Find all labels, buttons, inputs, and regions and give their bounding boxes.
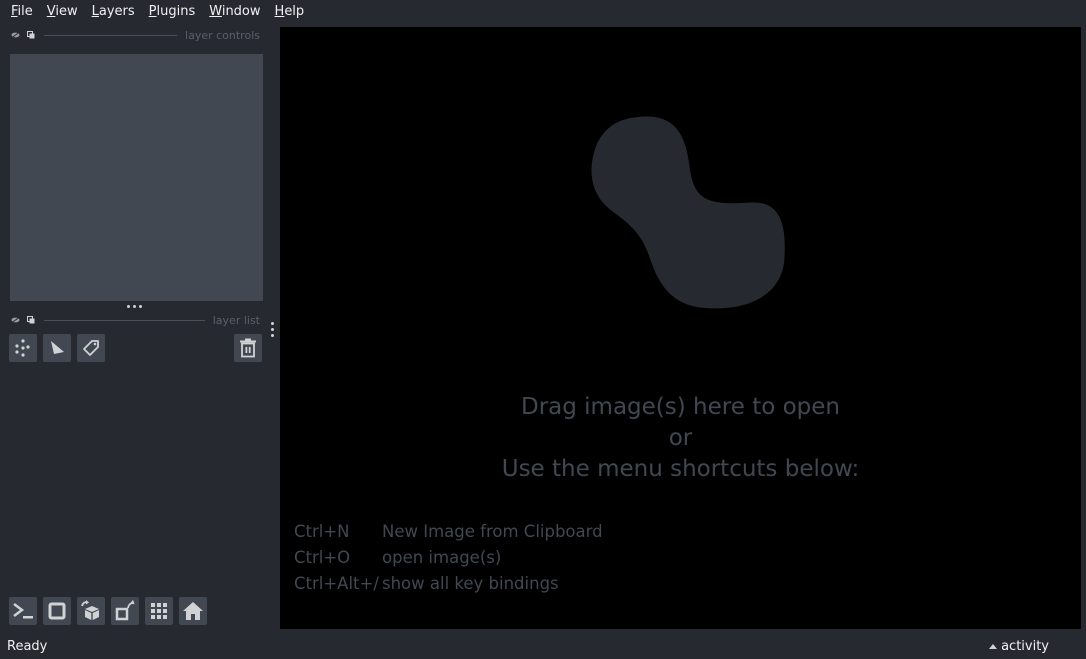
dock-menu-handle[interactable] bbox=[271, 322, 274, 337]
cube-rotate-icon bbox=[80, 600, 102, 622]
float-dock-icon[interactable] bbox=[26, 315, 36, 325]
menu-file-label: ile bbox=[17, 4, 33, 19]
layer-controls-title: layer controls bbox=[185, 28, 260, 42]
menu-layers-mnemonic: L bbox=[91, 4, 99, 19]
left-dock: layer controls layer list bbox=[0, 27, 280, 629]
shortcut-key: Ctrl+N bbox=[294, 521, 350, 541]
viewer-canvas[interactable]: Drag image(s) here to open or Use the me… bbox=[280, 27, 1081, 629]
menu-layers[interactable]: Layers bbox=[85, 0, 142, 24]
home-button[interactable] bbox=[179, 597, 207, 625]
menu-file[interactable]: File bbox=[4, 0, 40, 24]
menu-help-label: elp bbox=[284, 4, 305, 19]
shortcut-action: open image(s) bbox=[382, 547, 502, 567]
home-icon bbox=[182, 601, 204, 621]
welcome-message: Drag image(s) here to open or Use the me… bbox=[280, 392, 1081, 485]
menu-plugins-label: lugins bbox=[156, 4, 196, 19]
menu-window-mnemonic: W bbox=[209, 4, 222, 19]
shortcut-action: New Image from Clipboard bbox=[382, 521, 603, 541]
shapes-icon bbox=[47, 338, 67, 358]
shortcut-row: Ctrl+Alt+/ show all key bindings bbox=[294, 570, 603, 596]
status-bar: Ready activity bbox=[0, 633, 1086, 659]
grid-icon bbox=[149, 601, 169, 621]
menu-view[interactable]: View bbox=[40, 0, 85, 24]
new-shapes-layer-button[interactable] bbox=[43, 334, 71, 362]
activity-label: activity bbox=[1001, 638, 1049, 654]
ndisplay-button[interactable] bbox=[43, 597, 71, 625]
labels-icon bbox=[81, 338, 101, 358]
trash-icon bbox=[239, 338, 257, 358]
layer-controls-titlebar: layer controls bbox=[10, 27, 260, 43]
menu-help-mnemonic: H bbox=[274, 4, 285, 19]
layer-list-title: layer list bbox=[212, 313, 260, 327]
menu-view-label: iew bbox=[55, 4, 78, 19]
shortcut-key: Ctrl+O bbox=[294, 547, 351, 567]
float-dock-icon[interactable] bbox=[26, 30, 36, 40]
hide-dock-icon[interactable] bbox=[10, 315, 20, 325]
console-icon bbox=[12, 601, 34, 621]
layer-controls-panel bbox=[10, 54, 263, 301]
menu-window-label: indow bbox=[221, 4, 261, 19]
welcome-line-1: Drag image(s) here to open bbox=[521, 394, 840, 420]
hide-dock-icon[interactable] bbox=[10, 30, 20, 40]
shortcut-row: Ctrl+N New Image from Clipboard bbox=[294, 518, 603, 544]
menu-plugins-mnemonic: P bbox=[148, 4, 157, 19]
menu-layers-label: ayers bbox=[98, 4, 135, 19]
status-text: Ready bbox=[7, 638, 48, 654]
layer-list-titlebar: layer list bbox=[10, 312, 260, 328]
new-labels-layer-button[interactable] bbox=[77, 334, 105, 362]
menu-bar: File View Layers Plugins Window Help bbox=[0, 0, 1086, 24]
shortcut-row: Ctrl+O open image(s) bbox=[294, 544, 603, 570]
new-points-layer-button[interactable] bbox=[9, 334, 37, 362]
roll-button[interactable] bbox=[77, 597, 105, 625]
title-divider bbox=[44, 34, 178, 36]
transpose-icon bbox=[114, 600, 136, 622]
transpose-button[interactable] bbox=[111, 597, 139, 625]
shortcut-key: Ctrl+Alt+/ bbox=[294, 573, 379, 593]
points-icon bbox=[13, 338, 33, 358]
napari-logo-icon bbox=[575, 104, 795, 328]
menu-plugins[interactable]: Plugins bbox=[142, 0, 203, 24]
delete-layer-button[interactable] bbox=[234, 334, 262, 362]
activity-button[interactable]: activity bbox=[989, 639, 1079, 654]
dock-resize-handle[interactable] bbox=[127, 305, 142, 308]
console-button[interactable] bbox=[9, 597, 37, 625]
square-icon bbox=[47, 601, 67, 621]
shortcut-action: show all key bindings bbox=[382, 573, 559, 593]
welcome-line-2: or bbox=[668, 425, 693, 451]
triangle-up-icon bbox=[989, 643, 998, 649]
shortcut-list: Ctrl+N New Image from Clipboard Ctrl+O o… bbox=[294, 518, 603, 596]
title-divider bbox=[44, 319, 205, 321]
welcome-line-3: Use the menu shortcuts below: bbox=[501, 456, 860, 482]
menu-help[interactable]: Help bbox=[268, 0, 312, 24]
grid-button[interactable] bbox=[145, 597, 173, 625]
menu-window[interactable]: Window bbox=[202, 0, 267, 24]
